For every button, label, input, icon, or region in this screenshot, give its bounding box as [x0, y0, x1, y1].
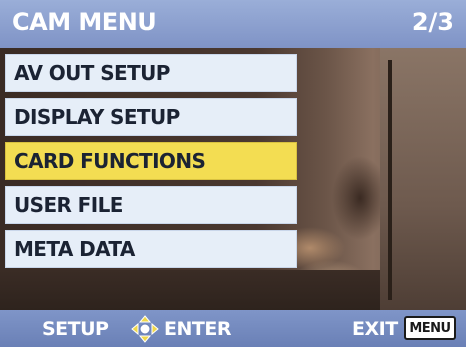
menu-item-user-file[interactable]: USER FILE [5, 186, 297, 224]
menu-item-av-out-setup[interactable]: AV OUT SETUP [5, 54, 297, 92]
camera-menu-screen: CAM MENU 2/3 AV OUT SETUP DISPLAY SETUP … [0, 0, 466, 347]
page-indicator: 2/3 [411, 8, 454, 36]
menu-list: AV OUT SETUP DISPLAY SETUP CARD FUNCTION… [5, 54, 297, 274]
menu-item-label: META DATA [14, 237, 135, 261]
exit-hint: EXIT [352, 318, 398, 340]
menu-title: CAM MENU [12, 8, 157, 36]
background-floor [0, 270, 380, 310]
menu-item-card-functions[interactable]: CARD FUNCTIONS [5, 142, 297, 180]
dpad-icon [131, 315, 159, 343]
menu-item-label: USER FILE [14, 193, 123, 217]
menu-item-display-setup[interactable]: DISPLAY SETUP [5, 98, 297, 136]
menu-header: CAM MENU 2/3 [0, 0, 466, 48]
menu-item-meta-data[interactable]: META DATA [5, 230, 297, 268]
footer-bar: SETUP ENTER EXIT MENU [0, 310, 466, 347]
background-wall [380, 48, 466, 310]
menu-item-label: CARD FUNCTIONS [14, 149, 206, 173]
background-frame [388, 60, 392, 300]
setup-hint: SETUP [42, 318, 109, 340]
menu-item-label: AV OUT SETUP [14, 61, 170, 85]
enter-hint: ENTER [164, 318, 231, 340]
menu-key-button[interactable]: MENU [404, 316, 456, 340]
menu-item-label: DISPLAY SETUP [14, 105, 180, 129]
